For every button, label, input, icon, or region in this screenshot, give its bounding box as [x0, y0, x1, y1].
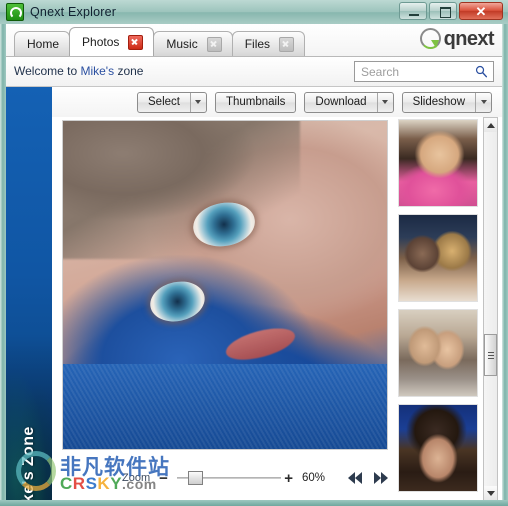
main-photo-layer-pillow	[63, 363, 387, 449]
window-frame-right	[502, 24, 508, 506]
main-photo-layer-hair	[63, 121, 300, 259]
tab-home[interactable]: Home	[14, 31, 71, 56]
welcome-bar: Welcome to Mike's zone	[6, 57, 502, 87]
maximize-button[interactable]	[429, 2, 457, 20]
thumbnail-scrollbar[interactable]	[483, 117, 498, 500]
window-title: Qnext Explorer	[30, 5, 117, 19]
welcome-zone-link[interactable]: Mike's	[80, 64, 114, 78]
previous-double-arrow-icon	[348, 472, 362, 484]
next-photo-button[interactable]	[374, 472, 388, 484]
download-button-label: Download	[315, 96, 367, 108]
tab-files-close-icon[interactable]	[279, 36, 295, 52]
minimize-button[interactable]	[399, 2, 427, 20]
photo-toolbar: Select Thumbnails Download Slideshow	[52, 87, 502, 117]
slideshow-button-label: Slideshow	[412, 96, 465, 108]
welcome-message: Welcome to Mike's zone	[14, 64, 143, 78]
qnext-circle-arrow-icon	[419, 28, 441, 49]
download-dropdown-toggle[interactable]	[376, 92, 393, 112]
content-body: Mike's Zone Select Thumbnails Download S…	[6, 87, 502, 500]
scroll-down-button[interactable]	[484, 486, 497, 500]
window-frame-bottom	[0, 500, 508, 506]
main-photo-area	[52, 117, 388, 450]
tab-music-label: Music	[166, 37, 198, 51]
qnext-wordmark: qnext	[443, 27, 495, 50]
select-button[interactable]: Select	[137, 91, 207, 113]
qnext-brand-logo: qnext	[419, 27, 495, 50]
zoom-out-button[interactable]: −	[159, 471, 168, 486]
download-button[interactable]: Download	[304, 91, 394, 113]
thumbnail-item-3[interactable]	[398, 309, 478, 397]
search-box[interactable]	[354, 61, 494, 82]
zoom-bar: Zoom − + 60%	[52, 455, 388, 500]
client-area: Home Photos Music Files qnext Welcome to…	[6, 24, 502, 500]
tab-photos-close-icon[interactable]	[128, 34, 144, 50]
tab-photos[interactable]: Photos	[69, 27, 155, 56]
window-controls: ✕	[399, 2, 503, 20]
close-icon: ✕	[475, 3, 487, 19]
next-double-arrow-icon	[374, 472, 388, 484]
minimize-icon	[409, 14, 419, 16]
tab-music[interactable]: Music	[153, 31, 233, 56]
scroll-up-arrow-icon	[486, 122, 495, 128]
thumbnail-item-4[interactable]	[398, 404, 478, 492]
zoom-slider-thumb[interactable]	[188, 471, 204, 485]
title-bar: Qnext Explorer ✕	[0, 0, 508, 24]
application-window: Qnext Explorer ✕ Home Photos Music Files…	[0, 0, 508, 506]
scrollbar-grip-icon	[488, 352, 494, 359]
chevron-down-icon	[382, 100, 389, 104]
scrollbar-thumb[interactable]	[484, 334, 497, 376]
tab-music-close-icon[interactable]	[206, 36, 222, 52]
zoom-in-button[interactable]: +	[284, 471, 293, 486]
zoom-slider[interactable]	[176, 470, 281, 486]
thumbnail-strip	[396, 117, 484, 500]
thumbnail-item-1[interactable]	[398, 119, 478, 207]
thumbnails-button-label: Thumbnails	[225, 96, 286, 108]
close-button[interactable]: ✕	[459, 2, 503, 20]
scroll-down-arrow-icon	[486, 490, 495, 496]
search-input[interactable]	[355, 62, 493, 81]
zoom-label: Zoom	[122, 472, 151, 484]
welcome-suffix: zone	[114, 64, 144, 78]
tab-bar: Home Photos Music Files qnext	[6, 24, 502, 57]
chevron-down-icon	[195, 100, 202, 104]
zone-sidebar-label: Mike's Zone	[20, 426, 37, 500]
select-dropdown-toggle[interactable]	[189, 92, 206, 112]
magnifier-icon	[475, 65, 488, 78]
main-photo[interactable]	[62, 120, 388, 450]
thumbnail-item-2[interactable]	[398, 214, 478, 302]
tab-photos-label: Photos	[82, 35, 120, 49]
qnext-app-icon	[6, 3, 24, 21]
thumbnails-button[interactable]: Thumbnails	[214, 91, 297, 113]
slideshow-button[interactable]: Slideshow	[401, 91, 492, 113]
scroll-up-button[interactable]	[484, 118, 497, 132]
tab-strip: Home Photos Music Files	[14, 27, 306, 56]
tab-home-label: Home	[27, 37, 60, 51]
chevron-down-icon	[480, 100, 487, 104]
maximize-icon	[440, 7, 451, 18]
select-button-label: Select	[148, 96, 180, 108]
tab-files-label: Files	[244, 37, 271, 51]
previous-photo-button[interactable]	[348, 472, 362, 484]
tab-files[interactable]: Files	[231, 31, 306, 56]
slideshow-dropdown-toggle[interactable]	[475, 92, 491, 112]
welcome-prefix: Welcome to	[14, 64, 81, 78]
photo-navigation	[348, 472, 388, 484]
zoom-percent-value: 60%	[301, 472, 325, 484]
zone-sidebar[interactable]: Mike's Zone	[6, 87, 52, 500]
